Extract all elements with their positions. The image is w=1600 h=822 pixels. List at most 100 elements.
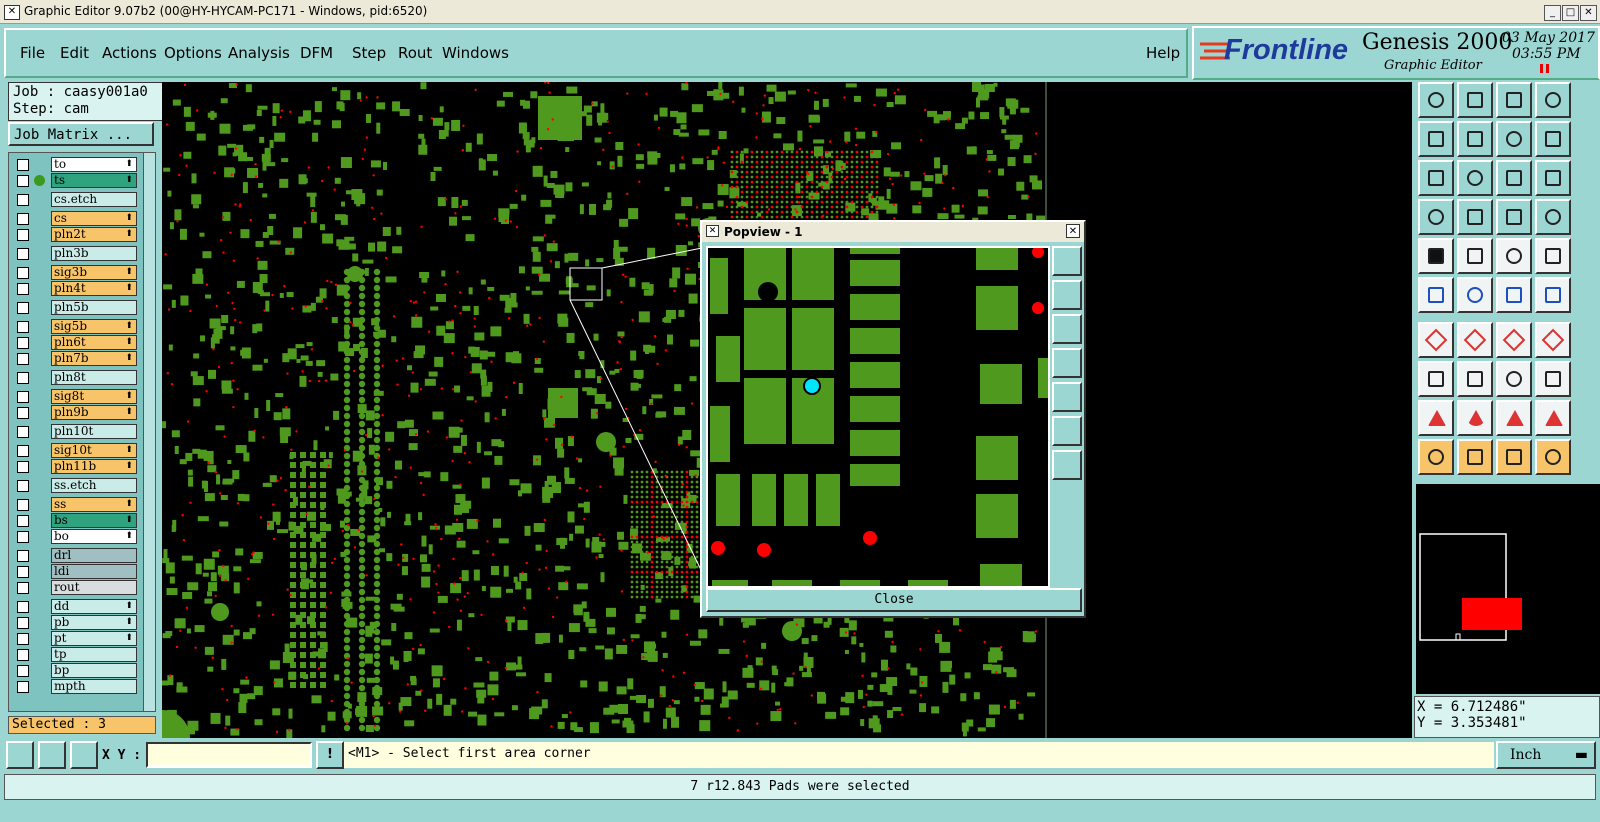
zoom-step-button[interactable]: [1496, 82, 1532, 118]
layer-row-pln8t[interactable]: pln8t: [17, 370, 137, 385]
popview-zoom-out-button[interactable]: [1052, 416, 1082, 446]
triangle-b-button[interactable]: [1457, 400, 1493, 436]
layer-row-ldi[interactable]: ldi: [17, 564, 137, 579]
layer-name[interactable]: cs.etch: [51, 192, 137, 207]
layer-row-pln2t[interactable]: pln2t ⬆: [17, 227, 137, 242]
layer-name[interactable]: pln7b ⬆: [51, 351, 137, 366]
layer-checkbox[interactable]: [17, 229, 29, 241]
layer-checkbox[interactable]: [17, 633, 29, 645]
layer-checkbox[interactable]: [17, 649, 29, 661]
layer-row-sig10t[interactable]: sig10t ⬆: [17, 443, 137, 458]
layer-row-ss-etch[interactable]: ss.etch: [17, 478, 137, 493]
line-edit-button[interactable]: [1457, 361, 1493, 397]
layer-row-bo[interactable]: bo ⬆: [17, 529, 137, 544]
layer-checkbox[interactable]: [17, 267, 29, 279]
layer-row-pln5b[interactable]: pln5b: [17, 300, 137, 315]
layer-name[interactable]: dd ⬆: [51, 599, 137, 614]
rotate-button[interactable]: [1496, 322, 1532, 358]
layer-row-bp[interactable]: bp: [17, 663, 137, 678]
layer-name[interactable]: pln4t ⬆: [51, 281, 137, 296]
layer-row-ss[interactable]: ss ⬆: [17, 497, 137, 512]
popview-close-button[interactable]: Close: [706, 588, 1082, 612]
layer-checkbox[interactable]: [17, 283, 29, 295]
layer-checkbox[interactable]: [17, 426, 29, 438]
menu-file[interactable]: File: [20, 44, 45, 62]
layer-row-to[interactable]: to ⬆: [17, 157, 137, 172]
layer-row-drl[interactable]: drl: [17, 548, 137, 563]
layer-checkbox[interactable]: [17, 407, 29, 419]
fit-view-button[interactable]: [1418, 160, 1454, 196]
pan-toggle-button[interactable]: [1496, 121, 1532, 157]
layer-name[interactable]: drl: [51, 548, 137, 563]
layer-checkbox[interactable]: [17, 531, 29, 543]
layer-row-sig8t[interactable]: sig8t ⬆: [17, 389, 137, 404]
layer-checkbox[interactable]: [17, 175, 29, 187]
layer-checkbox[interactable]: [17, 582, 29, 594]
popview-zoom-window-button[interactable]: [1052, 246, 1082, 276]
units-selector[interactable]: Inch ▬: [1496, 741, 1596, 769]
menu-rout[interactable]: Rout: [398, 44, 432, 62]
measure-button[interactable]: [1457, 238, 1493, 274]
maximize-button[interactable]: □: [1562, 5, 1579, 21]
layer-colors-button[interactable]: [1496, 199, 1532, 235]
layer-name[interactable]: ss ⬆: [51, 497, 137, 512]
grid-button[interactable]: [1457, 199, 1493, 235]
layer-row-pln11b[interactable]: pln11b ⬆: [17, 459, 137, 474]
layer-row-pln6t[interactable]: pln6t ⬆: [17, 335, 137, 350]
xy-input[interactable]: [146, 742, 312, 768]
layer-row-tp[interactable]: tp: [17, 647, 137, 662]
zoom-window-button[interactable]: [1535, 82, 1571, 118]
line-tool-button[interactable]: [1418, 322, 1454, 358]
layer-name[interactable]: ts ⬆: [51, 173, 137, 188]
zoom-home-button[interactable]: [1418, 82, 1454, 118]
layer-row-rout[interactable]: rout: [17, 580, 137, 595]
layer-row-pt[interactable]: pt ⬆: [17, 631, 137, 646]
layer-checkbox[interactable]: [17, 391, 29, 403]
cross-tool-button[interactable]: [1457, 277, 1493, 313]
layer-list-scrollbar[interactable]: [143, 153, 155, 711]
layer-name[interactable]: pln10t: [51, 424, 137, 439]
layer-name[interactable]: pb ⬆: [51, 615, 137, 630]
pan-right-button[interactable]: [1457, 121, 1493, 157]
menu-edit[interactable]: Edit: [60, 44, 89, 62]
layer-row-pln9b[interactable]: pln9b ⬆: [17, 405, 137, 420]
help-query-button[interactable]: [1535, 160, 1571, 196]
move-feature-button[interactable]: [1535, 277, 1571, 313]
layer-name[interactable]: pln3b: [51, 246, 137, 261]
menu-help[interactable]: Help: [1146, 44, 1180, 62]
layer-name[interactable]: tp: [51, 647, 137, 662]
menu-windows[interactable]: Windows: [442, 44, 509, 62]
layer-checkbox[interactable]: [17, 194, 29, 206]
layer-name[interactable]: pln8t: [51, 370, 137, 385]
layer-checkbox[interactable]: [17, 617, 29, 629]
layer-settings-button[interactable]: [1535, 199, 1571, 235]
pan-left-button[interactable]: [1418, 121, 1454, 157]
layer-row-pln10t[interactable]: pln10t: [17, 424, 137, 439]
snap-tool-button[interactable]: [1418, 361, 1454, 397]
layer-name[interactable]: ss.etch: [51, 478, 137, 493]
layer-checkbox[interactable]: [17, 159, 29, 171]
fill-button[interactable]: [1535, 238, 1571, 274]
menu-step[interactable]: Step: [352, 44, 386, 62]
shape-edit-button[interactable]: [1535, 361, 1571, 397]
layer-name[interactable]: sig5b ⬆: [51, 319, 137, 334]
menu-dfm[interactable]: DFM: [300, 44, 333, 62]
measure-tool-button[interactable]: [38, 741, 66, 769]
layer-checkbox[interactable]: [17, 665, 29, 677]
properties-button[interactable]: [1418, 199, 1454, 235]
layer-row-pb[interactable]: pb ⬆: [17, 615, 137, 630]
menu-options[interactable]: Options: [164, 44, 222, 62]
layer-checkbox[interactable]: [17, 248, 29, 260]
layer-name[interactable]: pln5b: [51, 300, 137, 315]
layer-name[interactable]: cs ⬆: [51, 211, 137, 226]
layer-name[interactable]: bo ⬆: [51, 529, 137, 544]
layer-name[interactable]: bp: [51, 663, 137, 678]
select-box-button[interactable]: [1457, 439, 1493, 475]
layer-row-pln7b[interactable]: pln7b ⬆: [17, 351, 137, 366]
layer-name[interactable]: to ⬆: [51, 157, 137, 172]
layer-checkbox[interactable]: [17, 372, 29, 384]
popview-close-icon[interactable]: ✕: [1066, 224, 1080, 238]
triangle-a-button[interactable]: [1418, 400, 1454, 436]
layer-row-cs[interactable]: cs ⬆: [17, 211, 137, 226]
zoom-fit-button[interactable]: [1496, 361, 1532, 397]
